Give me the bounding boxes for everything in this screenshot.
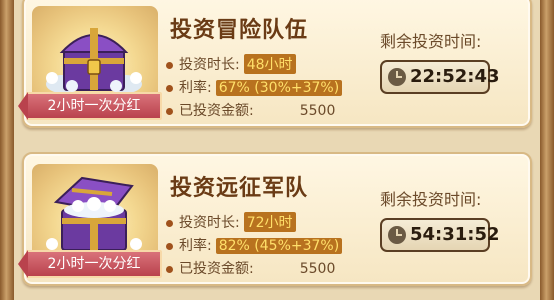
invested-value: 5500 [299,261,336,277]
rate-row: 利率: 82% (45%+37%) [166,235,343,255]
rate-row: 利率: 67% (30%+37%) [166,77,343,97]
duration-value: 48小时 [243,54,296,74]
remaining-time-label: 剩余投资时间: [380,32,482,51]
timer-value: 22:52:43 [410,66,500,87]
countdown-timer: 54:31:52 [380,218,500,252]
rate-label: 利率: [179,238,212,254]
card-title: 投资远征军队 [170,176,309,201]
duration-label: 投资时长: [179,215,240,231]
bullet-icon [166,107,173,115]
clock-icon [388,68,406,86]
card-title: 投资冒险队伍 [170,18,309,43]
investment-card-adventure-team[interactable]: 2小时一次分红 投资冒险队伍 投资时长: 48小时 利率: 67% (30%+37%… [18,0,532,128]
clock-icon [388,226,406,244]
rate-label: 利率: [179,80,212,96]
invested-value: 5500 [299,103,336,119]
dividend-ribbon: 2小时一次分红 [18,92,162,120]
dividend-ribbon: 2小时一次分红 [18,250,162,278]
invested-row: 已投资金额: 5500 [166,258,335,278]
treasure-chest-icon [46,28,142,93]
frame-left-border [0,0,14,300]
duration-row: 投资时长: 48小时 [166,54,296,74]
bullet-icon [166,265,173,273]
bullet-icon [166,219,173,227]
rate-value: 82% (45%+37%) [215,238,343,254]
bullet-icon [166,61,173,69]
timer-value: 54:31:52 [410,224,500,245]
remaining-time-label: 剩余投资时间: [380,190,482,209]
duration-value: 72小时 [243,212,296,232]
investment-card-expedition-army[interactable]: 2小时一次分红 投资远征军队 投资时长: 72小时 利率: 82% (45%+37%… [18,152,532,286]
duration-row: 投资时长: 72小时 [166,212,296,232]
treasure-chest-open-icon [46,176,142,251]
frame-right-border [540,0,554,300]
invested-label: 已投资金额: [179,103,254,119]
invested-label: 已投资金额: [179,261,254,277]
invested-row: 已投资金额: 5500 [166,100,335,120]
duration-label: 投资时长: [179,57,240,73]
bullet-icon [166,84,173,92]
rate-value: 67% (30%+37%) [215,80,343,96]
bullet-icon [166,242,173,250]
countdown-timer: 22:52:43 [380,60,500,94]
